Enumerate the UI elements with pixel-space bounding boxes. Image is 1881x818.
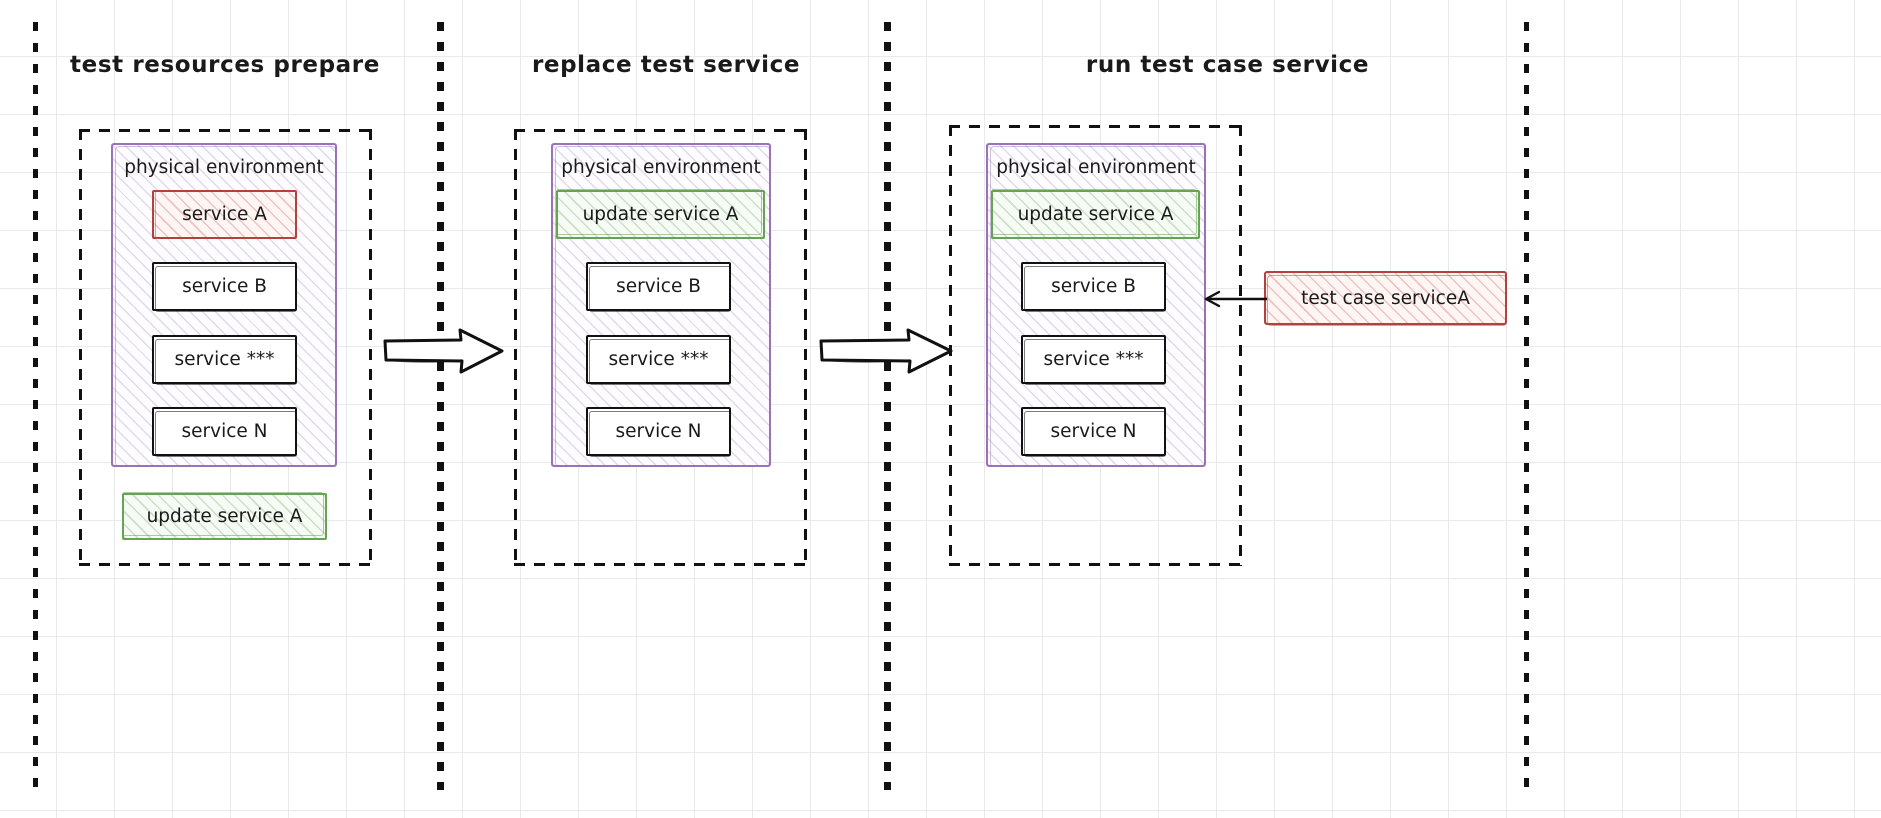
swimlane-divider-right (1524, 22, 1529, 790)
dashed-edge-bottom (514, 563, 807, 566)
stage-2-service-n[interactable]: service N (586, 407, 731, 457)
test-case-service-a-box[interactable]: test case serviceA (1264, 271, 1507, 326)
stage-2-update-service-a[interactable]: update service A (556, 189, 765, 239)
stage-3-title: run test case service (1085, 52, 1370, 78)
stage-3-update-service-a[interactable]: update service A (991, 189, 1200, 239)
stage-1-update-service-a[interactable]: update service A (122, 492, 327, 540)
dashed-edge-right (804, 129, 807, 566)
stage-3-service-star[interactable]: service *** (1021, 335, 1166, 385)
flow-arrow-stage2-to-stage3 (819, 327, 954, 375)
dashed-edge-bottom (79, 563, 372, 566)
dashed-edge-top (514, 129, 807, 132)
swimlane-divider-1 (437, 22, 444, 790)
dashed-edge-top (949, 125, 1242, 128)
arrow-testcase-to-service-b (1199, 285, 1269, 313)
stage-2-service-b[interactable]: service B (586, 262, 731, 312)
dashed-edge-bottom (949, 563, 1242, 566)
dashed-edge-right (1239, 125, 1242, 566)
stage-1-env-label: physical environment (124, 157, 324, 178)
stage-1-service-a[interactable]: service A (152, 190, 297, 239)
dashed-edge-right (369, 129, 372, 566)
flow-arrow-stage1-to-stage2 (383, 327, 505, 375)
stage-1-service-n[interactable]: service N (152, 407, 297, 457)
swimlane-divider-2 (884, 22, 891, 790)
dashed-edge-left (949, 125, 952, 566)
stage-3-env-label: physical environment (996, 157, 1196, 178)
stage-1-title: test resources prepare (70, 52, 380, 78)
stage-2-env-label: physical environment (561, 157, 761, 178)
stage-3-service-n[interactable]: service N (1021, 407, 1166, 457)
stage-2-title: replace test service (531, 52, 801, 78)
stage-1-service-star[interactable]: service *** (152, 335, 297, 385)
diagram-canvas: test resources prepare physical environm… (0, 0, 1881, 818)
stage-1-service-b[interactable]: service B (152, 262, 297, 312)
swimlane-divider-left (33, 22, 38, 790)
stage-3-service-b[interactable]: service B (1021, 262, 1166, 312)
dashed-edge-left (79, 129, 82, 566)
dashed-edge-top (79, 129, 372, 132)
stage-2-service-star[interactable]: service *** (586, 335, 731, 385)
dashed-edge-left (514, 129, 517, 566)
